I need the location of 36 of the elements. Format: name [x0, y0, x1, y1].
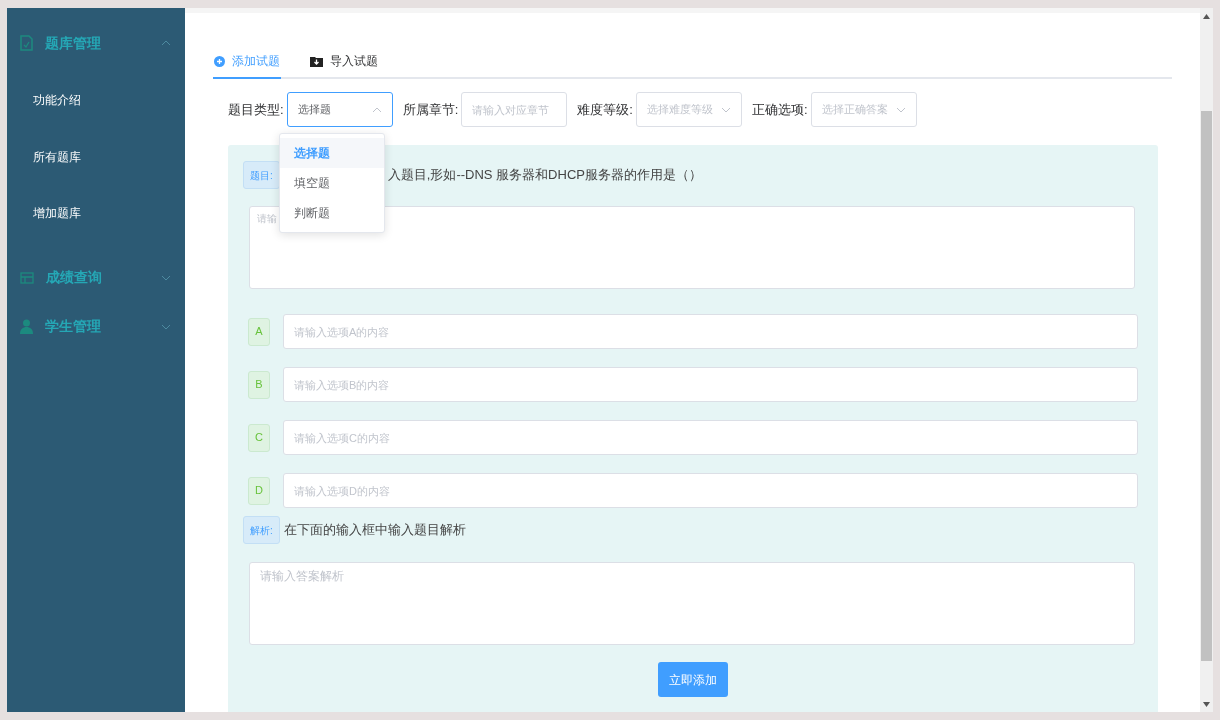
field-label: 正确选项:: [751, 100, 808, 119]
tab[interactable]: 添加试题: [213, 45, 281, 79]
sidebar-item[interactable]: 功能介绍: [7, 72, 185, 129]
option-letter: B: [248, 370, 270, 399]
dropdown-option[interactable]: 填空题: [280, 168, 384, 198]
field-label: 题目类型:: [228, 100, 284, 119]
sidebar-group[interactable]: 题库管理: [7, 22, 185, 64]
option-letter: A: [248, 317, 270, 346]
select-field[interactable]: 选择题: [286, 92, 393, 127]
table-icon: [20, 271, 34, 284]
chevron-down-icon: [895, 106, 906, 113]
sidebar-group[interactable]: 成绩查询: [7, 256, 185, 299]
chevron-up-icon: [371, 106, 382, 113]
option-letter: D: [248, 476, 270, 505]
chevron-down-icon: [720, 106, 731, 113]
sidebar-item[interactable]: 所有题库: [7, 128, 185, 185]
sidebar-group[interactable]: 学生管理: [7, 305, 185, 348]
field-label: 难度等级:: [577, 100, 633, 119]
scrollbar[interactable]: [1200, 8, 1213, 712]
person-icon: [20, 319, 33, 334]
tag-label: 解析:: [243, 516, 280, 544]
dropdown-option[interactable]: 选择题: [280, 138, 384, 168]
sidebar-item[interactable]: 增加题库: [7, 185, 185, 242]
option-letter: C: [248, 423, 270, 452]
scroll-down-icon[interactable]: [1203, 702, 1210, 707]
plus-circle-icon: [214, 55, 225, 67]
analysis-textarea[interactable]: 请输入答案解析: [249, 562, 1135, 645]
scroll-up-icon[interactable]: [1203, 14, 1210, 19]
field-label: 所属章节:: [402, 100, 459, 119]
download-folder-icon: [310, 55, 323, 67]
question-hint: 入题目,形如--DNS 服务器和DHCP服务器的作用是（）: [387, 166, 702, 185]
analysis-hint: 在下面的输入框中输入题目解析: [283, 521, 466, 540]
submit-button[interactable]: 立即添加: [658, 662, 728, 697]
tab[interactable]: 导入试题: [309, 45, 379, 79]
document-icon: [20, 35, 33, 51]
tag-label: 题目:: [243, 161, 280, 189]
